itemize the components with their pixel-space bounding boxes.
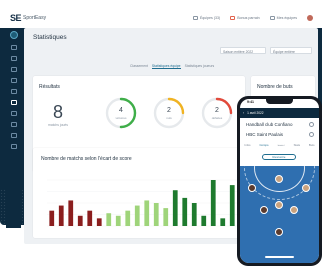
results-title: Résultats — [39, 84, 60, 90]
season-select[interactable]: Saison entière 2022 — [220, 47, 266, 54]
page-title: Statistiques — [33, 34, 67, 41]
chart-bar-nuls — [115, 215, 121, 226]
chart-bar-nuls — [153, 203, 159, 226]
draws-value: 2 — [167, 107, 171, 114]
avatar[interactable] — [307, 15, 313, 21]
brand-mark: SE — [10, 13, 22, 23]
status-time: 9:41 — [247, 100, 255, 104]
teams-icon — [192, 16, 198, 20]
handball-court — [240, 136, 319, 263]
chart-bar-défaites — [58, 205, 64, 226]
score-gap-bar-chart — [47, 179, 237, 227]
phone-notch — [266, 99, 293, 104]
draws-caption: nuls — [166, 116, 172, 120]
chart-bar-victoires — [191, 203, 197, 226]
chart-bar-défaites — [49, 210, 55, 226]
home-icon[interactable] — [10, 45, 17, 50]
home-team-name: Handball club Confiano — [246, 122, 293, 127]
draws-ring: 2 nuls — [152, 96, 186, 130]
player-goalkeeper[interactable] — [275, 175, 283, 183]
chart-bar-victoires — [201, 215, 207, 226]
sidebar — [6, 28, 21, 228]
brand-name: SportEasy — [23, 15, 47, 21]
topnav-bonus-label: Bonus parrain — [237, 16, 260, 20]
chart-bar-nuls — [106, 213, 112, 226]
player-center-back[interactable] — [275, 228, 283, 236]
wins-value: 4 — [119, 107, 123, 114]
app-top-bar — [0, 0, 323, 28]
chart-bar-victoires — [210, 180, 216, 226]
topnav-bonus[interactable]: Bonus parrain — [230, 16, 260, 20]
home-indicator — [265, 256, 294, 258]
gift-icon — [230, 16, 236, 20]
settings-icon[interactable] — [10, 144, 17, 149]
player-left-back[interactable] — [260, 206, 268, 214]
losses-value: 2 — [215, 107, 219, 114]
trophy-icon[interactable] — [10, 89, 17, 94]
topnav-my-teams[interactable]: Mes équipes — [269, 16, 297, 20]
chart-bar-victoires — [172, 190, 178, 226]
topnav-teams-label: Équipes (33) — [199, 16, 221, 20]
player-right-back[interactable] — [290, 206, 298, 214]
chart-bar-défaites — [87, 210, 93, 226]
player-right-wing[interactable] — [302, 184, 310, 192]
chat-icon[interactable] — [10, 78, 17, 83]
chart-bar-nuls — [134, 205, 140, 226]
top-navigation: Équipes (33) Bonus parrain Mes équipes — [192, 15, 313, 21]
goal-area-line — [254, 144, 305, 192]
chart-bar-défaites — [96, 218, 102, 226]
back-arrow-icon[interactable]: ‹ — [243, 111, 244, 115]
topnav-my-teams-label: Mes équipes — [276, 16, 297, 20]
shop-icon[interactable] — [10, 133, 17, 138]
document-icon[interactable] — [10, 122, 17, 127]
score-gap-chart-card: Nombre de matchs selon l'écart de score — [33, 148, 245, 238]
home-team-logo-icon — [309, 122, 314, 127]
team-logo-icon[interactable] — [9, 31, 18, 39]
matches-played-count: 8 — [53, 102, 64, 122]
player-left-wing[interactable] — [248, 184, 256, 192]
wins-ring: 4 victoires — [104, 96, 138, 130]
topnav-teams[interactable]: Équipes (33) — [192, 16, 221, 20]
tab-player-stats[interactable]: Statistiques joueurs — [185, 64, 215, 69]
stats-tabs: Classement Statistiques équipe Statistiq… — [130, 64, 214, 69]
match-header: ‹ 1 avril 2022 — [240, 108, 319, 118]
player-pivot[interactable] — [275, 201, 283, 209]
chart-bar-victoires — [229, 185, 235, 226]
matches-played-caption: matchs joués — [48, 123, 68, 127]
brand-logo[interactable]: SE SportEasy — [10, 13, 46, 23]
chart-bar-défaites — [77, 215, 83, 226]
chart-bar-nuls — [144, 200, 150, 226]
stats-icon[interactable] — [10, 100, 17, 105]
match-date: 1 avril 2022 — [247, 111, 264, 115]
shield-icon — [269, 16, 275, 20]
chart-bar-nuls — [125, 210, 131, 226]
people-icon[interactable] — [10, 67, 17, 72]
tab-team-stats[interactable]: Statistiques équipe — [151, 64, 181, 69]
phone-mockup: 9:41 ‹ 1 avril 2022 Handball club Confia… — [237, 96, 322, 266]
chart-bar-victoires — [220, 218, 226, 226]
wallet-icon[interactable] — [10, 111, 17, 116]
calendar-icon[interactable] — [10, 56, 17, 61]
losses-ring: 2 défaites — [200, 96, 234, 130]
wins-caption: victoires — [115, 116, 127, 120]
losses-caption: défaites — [211, 116, 223, 120]
goals-title: Nombre de buts — [257, 84, 293, 90]
scope-select[interactable]: Équipe entière — [270, 47, 312, 54]
tab-ranking[interactable]: Classement — [130, 64, 148, 69]
phone-screen: 9:41 ‹ 1 avril 2022 Handball club Confia… — [240, 99, 319, 263]
chart-bar-nuls — [163, 208, 169, 226]
marketing-screenshot: SE SportEasy Équipes (33) Bonus parrain … — [0, 0, 323, 273]
away-team-logo-icon — [309, 132, 314, 137]
tab-infos[interactable]: Infos — [244, 143, 250, 147]
chart-bar-victoires — [182, 197, 188, 226]
chart-bar-défaites — [68, 200, 74, 226]
tab-buts[interactable]: Buts — [309, 143, 315, 147]
